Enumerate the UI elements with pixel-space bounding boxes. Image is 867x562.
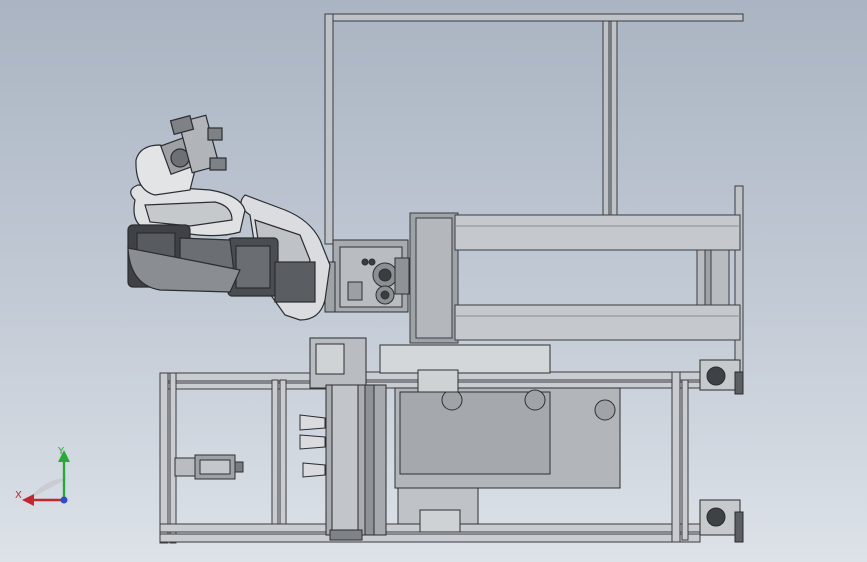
linear-slide [409, 212, 741, 344]
cad-model-viewport[interactable]: Y X [0, 0, 867, 562]
x-axis-arrowhead [22, 494, 34, 506]
y-axis-label: Y [57, 446, 65, 457]
x-axis-label: X [15, 490, 22, 501]
casters [699, 359, 744, 543]
spindle-column [299, 337, 387, 541]
end-effector [160, 114, 227, 175]
tool-changer [174, 454, 244, 480]
axis-triad: Y X [15, 446, 70, 506]
robot-base-gearbox [324, 239, 410, 313]
robot-arm [127, 114, 331, 321]
z-axis-dot [60, 496, 68, 504]
